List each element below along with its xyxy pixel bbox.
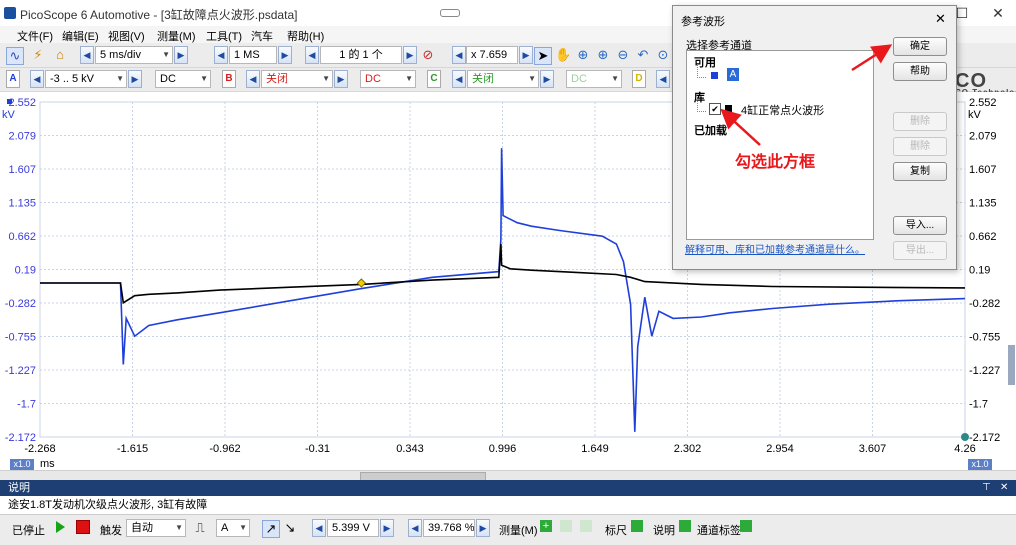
annotation-arrows [720,44,893,146]
annotation-text: 勾选此方框 [735,154,816,171]
ok-arrow [851,44,893,72]
checkbox-arrow [720,108,761,146]
